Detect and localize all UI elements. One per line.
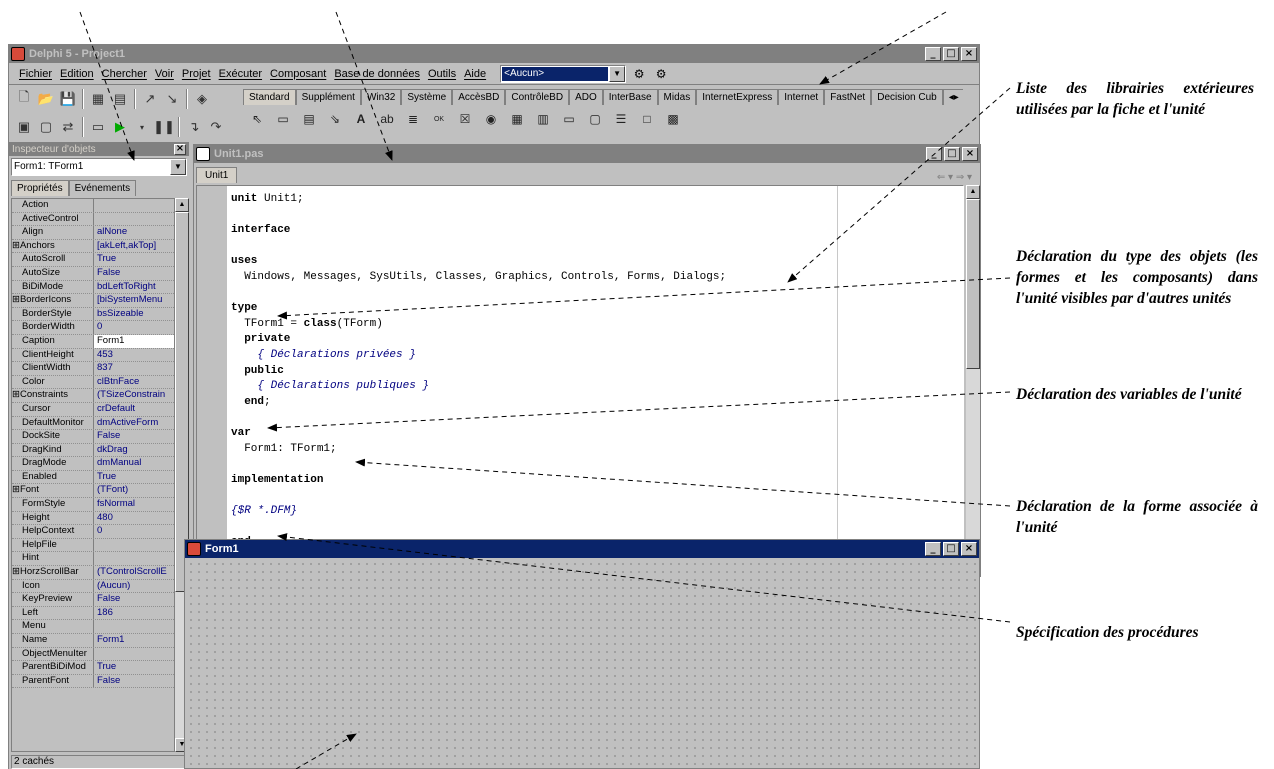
arrow-var — [267, 391, 1011, 432]
arrow-form — [295, 733, 357, 769]
arrow-editor — [335, 11, 393, 161]
arrow-inspector — [79, 11, 135, 161]
arrow-form-decl — [355, 458, 1011, 507]
arrow-procedures — [277, 533, 1011, 623]
annotation-arrows — [79, 11, 1011, 769]
arrow-uses — [787, 87, 1011, 283]
arrow-type — [277, 277, 1011, 320]
arrow-palette — [819, 11, 947, 85]
